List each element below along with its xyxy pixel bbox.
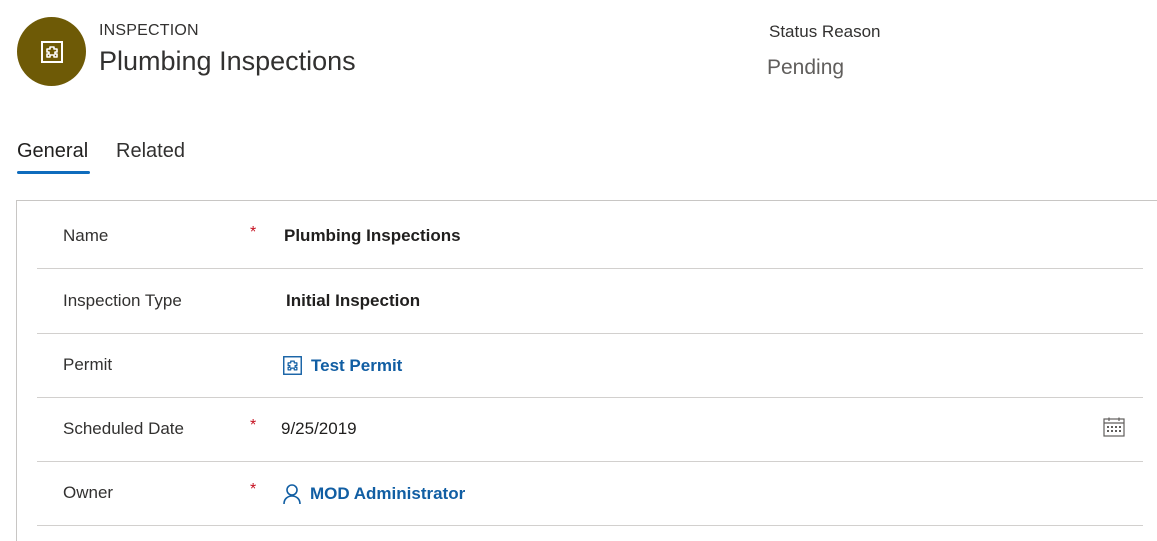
field-row-inspection-type: Inspection Type Initial Inspection — [37, 269, 1143, 334]
owner-label: Owner — [63, 483, 114, 502]
tab-general[interactable]: General — [17, 140, 90, 174]
active-tab-indicator — [17, 171, 90, 174]
field-row-scheduled-date: Scheduled Date * 9/25/2019 — [37, 397, 1143, 462]
status-reason-value[interactable]: Pending — [767, 56, 844, 80]
permit-lookup-link[interactable]: Test Permit — [282, 355, 402, 376]
permit-link-text[interactable]: Test Permit — [311, 356, 402, 376]
tab-related[interactable]: Related — [116, 140, 185, 173]
record-avatar — [17, 17, 86, 86]
user-icon — [283, 484, 301, 505]
tab-related-label: Related — [116, 140, 185, 162]
field-row-owner: Owner * MOD Administrator — [37, 461, 1143, 526]
calendar-icon[interactable] — [1103, 417, 1125, 442]
required-indicator: * — [250, 417, 257, 434]
owner-link-text[interactable]: MOD Administrator — [310, 484, 465, 504]
name-label: Name — [63, 226, 109, 245]
required-indicator: * — [250, 224, 257, 241]
field-row-permit: Permit Test Permit — [37, 333, 1143, 398]
inspection-type-label: Inspection Type — [63, 291, 182, 310]
permit-icon — [283, 356, 302, 375]
status-reason-label: Status Reason — [769, 22, 881, 41]
field-row-name: Name * Plumbing Inspections — [37, 204, 1143, 269]
inspection-type-field[interactable]: Initial Inspection — [286, 291, 420, 311]
name-field[interactable]: Plumbing Inspections — [284, 226, 461, 246]
owner-lookup-link[interactable]: MOD Administrator — [282, 483, 465, 505]
tab-general-label: General — [17, 140, 89, 162]
general-form-section: Name * Plumbing Inspections Inspection T… — [16, 200, 1157, 541]
page-title: Plumbing Inspections — [99, 46, 356, 76]
permit-label: Permit — [63, 355, 113, 374]
entity-type-label: INSPECTION — [99, 22, 199, 39]
scheduled-date-field[interactable]: 9/25/2019 — [281, 419, 357, 439]
scheduled-date-label: Scheduled Date — [63, 419, 184, 438]
permit-icon — [40, 40, 63, 63]
required-indicator: * — [250, 481, 257, 498]
